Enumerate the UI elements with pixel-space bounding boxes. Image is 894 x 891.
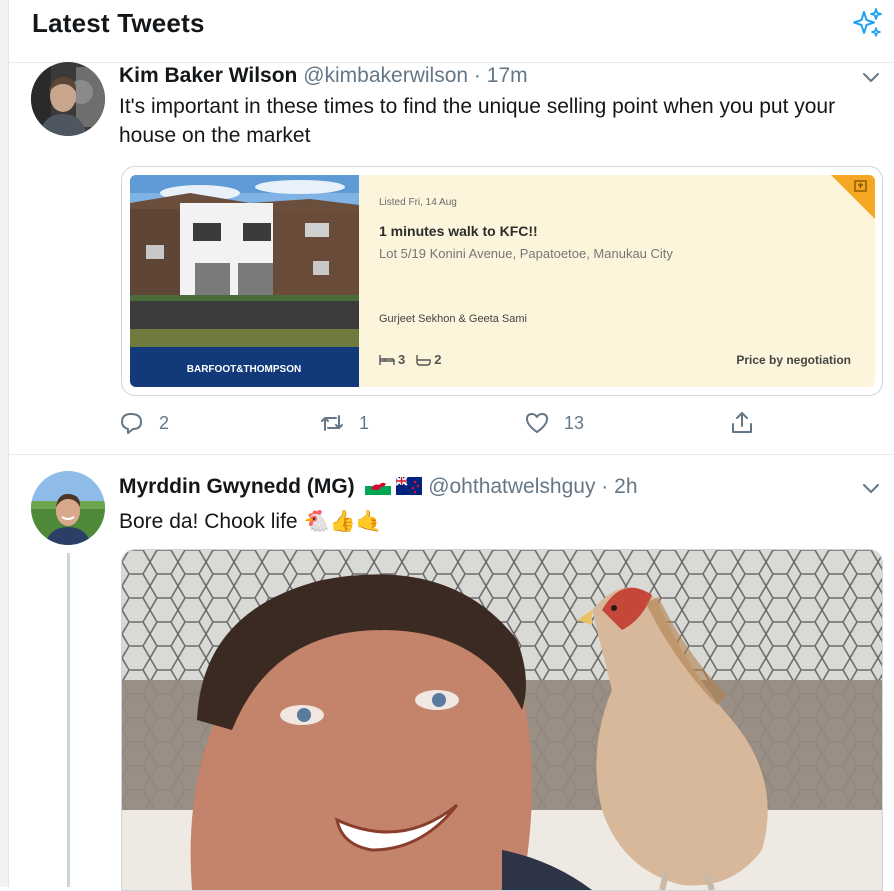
tweet-photo[interactable] [121,549,883,891]
retweet-button[interactable]: 1 [319,410,369,436]
house-photo: BARFOOT&THOMPSON [130,175,359,387]
listing-headline[interactable]: 1 minutes walk to KFC!! [379,223,538,239]
bookmark-ribbon-icon[interactable] [831,175,875,219]
listing-address: Lot 5/19 Konini Avenue, Papatoetoe, Manu… [379,246,673,261]
chevron-down-icon[interactable] [860,477,882,499]
reply-count: 2 [159,412,170,433]
tweet-text-body: Bore da! Chook life [119,510,298,533]
sparkle-icon[interactable] [850,6,884,40]
timeline-header: Latest Tweets [9,0,894,63]
tweet-text: It's important in these times to find th… [119,95,836,147]
tweet[interactable]: Kim Baker Wilson @kimbakerwilson · 17m I… [9,62,894,455]
user-handle[interactable]: @ohthatwelshguy [428,475,595,498]
tweet[interactable]: Myrddin Gwynedd (MG) @ohthatwelshguy · 2… [9,455,894,891]
new-zealand-flag-icon [395,476,423,495]
share-button[interactable] [729,410,755,436]
avatar[interactable] [31,62,105,136]
like-button[interactable]: 13 [524,410,584,436]
separator: · [601,475,609,498]
tweet-emoji: 🐔👍🤙 [303,510,382,533]
retweet-icon [321,415,343,431]
chevron-down-icon[interactable] [860,66,882,88]
listing-price: Price by negotiation [736,353,851,367]
tweet-actions: 2 1 13 [119,410,859,440]
tweet-header: Kim Baker Wilson @kimbakerwilson · 17m [119,64,528,88]
timestamp[interactable]: 17m [487,64,528,87]
reply-icon [121,413,142,434]
thread-line [67,553,70,887]
retweet-count: 1 [359,412,370,433]
bedrooms: 3 [379,352,405,367]
reply-button[interactable]: 2 [119,410,169,436]
left-border [0,0,9,887]
listing-agents: Gurjeet Sekhon & Geeta Sami [379,313,527,325]
listing-card-content: BARFOOT&THOMPSON Listed Fri, 14 Aug 1 mi… [130,175,875,387]
user-name[interactable]: Kim Baker Wilson [119,64,297,87]
timestamp[interactable]: 2h [614,475,637,498]
bathrooms: 2 [415,352,441,367]
like-count: 13 [564,412,585,433]
brand-logo: BARFOOT&THOMPSON [187,364,301,375]
tweet-text: Bore da! Chook life 🐔👍🤙 [119,507,879,536]
tweet-header: Myrddin Gwynedd (MG) @ohthatwelshguy · 2… [119,475,638,499]
separator: · [473,64,481,87]
bed-icon [379,354,395,365]
avatar[interactable] [31,471,105,545]
heart-icon [526,413,548,433]
listed-date: Listed Fri, 14 Aug [379,197,457,208]
share-icon [732,412,752,433]
user-handle[interactable]: @kimbakerwilson [303,64,468,87]
wales-flag-icon [364,477,391,495]
page-title: Latest Tweets [32,8,205,38]
listing-card[interactable]: BARFOOT&THOMPSON Listed Fri, 14 Aug 1 mi… [121,166,883,396]
bath-icon [416,354,431,366]
user-name[interactable]: Myrddin Gwynedd (MG) [119,475,355,498]
listing-features: 3 2 [379,352,441,367]
listing-details: Listed Fri, 14 Aug 1 minutes walk to KFC… [359,175,875,387]
